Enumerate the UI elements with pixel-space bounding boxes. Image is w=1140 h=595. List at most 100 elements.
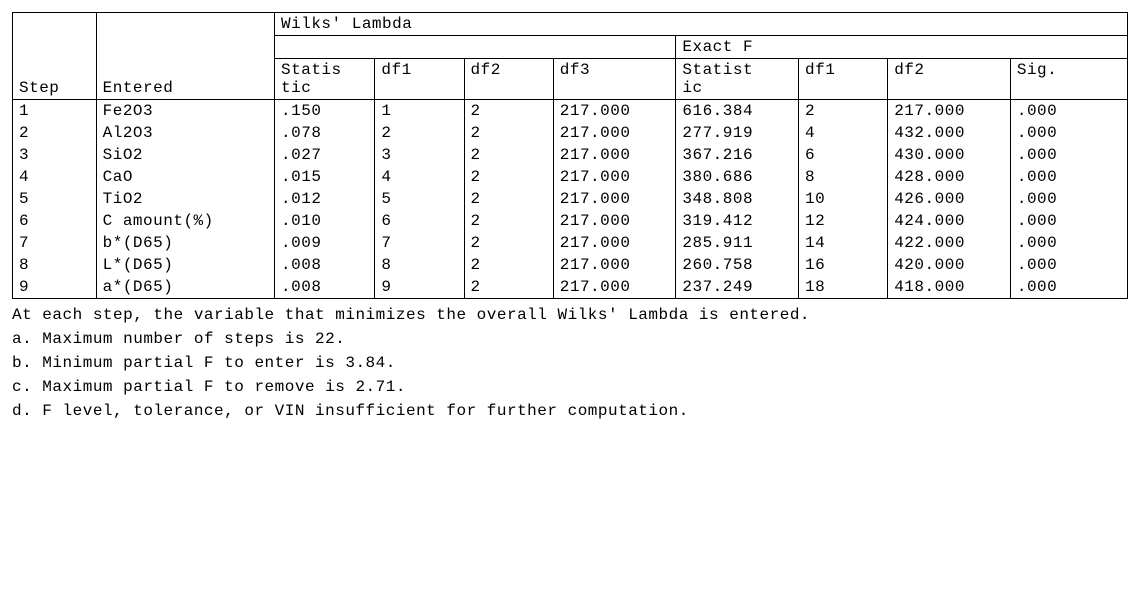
cell: 7 (375, 232, 464, 254)
cell: 277.919 (676, 122, 799, 144)
cell: .027 (275, 144, 375, 166)
col-entered: Entered (96, 13, 274, 100)
header-row-1: Step Entered Wilks' Lambda (13, 13, 1128, 36)
table-body: 1Fe2O3.15012217.000616.3842217.000.0002A… (13, 100, 1128, 299)
col-exactf: Exact F (676, 36, 1128, 59)
cell: .000 (1010, 210, 1127, 232)
cell: L*(D65) (96, 254, 274, 276)
cell: 5 (13, 188, 97, 210)
cell: 4 (13, 166, 97, 188)
cell: 422.000 (888, 232, 1011, 254)
table-row: 5TiO2.01252217.000348.80810426.000.000 (13, 188, 1128, 210)
wilks-table: Step Entered Wilks' Lambda Exact F Stati… (12, 12, 1128, 299)
cell: 8 (375, 254, 464, 276)
cell: CaO (96, 166, 274, 188)
cell: 8 (13, 254, 97, 276)
note-d: d. F level, tolerance, or VIN insufficie… (12, 399, 1128, 423)
cell: .000 (1010, 166, 1127, 188)
cell: 319.412 (676, 210, 799, 232)
cell: 217.000 (553, 166, 676, 188)
cell: .012 (275, 188, 375, 210)
cell: 9 (375, 276, 464, 299)
col-fdf2: df2 (888, 59, 1011, 100)
cell: Al2O3 (96, 122, 274, 144)
cell: 7 (13, 232, 97, 254)
cell: 237.249 (676, 276, 799, 299)
cell: C amount(%) (96, 210, 274, 232)
cell: .009 (275, 232, 375, 254)
cell: .015 (275, 166, 375, 188)
cell: 2 (464, 210, 553, 232)
cell: 3 (13, 144, 97, 166)
cell: 2 (375, 122, 464, 144)
cell: 2 (799, 100, 888, 123)
cell: 5 (375, 188, 464, 210)
cell: 2 (464, 122, 553, 144)
table-row: 6C amount(%).01062217.000319.41212424.00… (13, 210, 1128, 232)
cell: a*(D65) (96, 276, 274, 299)
cell: 2 (464, 100, 553, 123)
cell: 2 (464, 232, 553, 254)
table-row: 1Fe2O3.15012217.000616.3842217.000.000 (13, 100, 1128, 123)
cell: 8 (799, 166, 888, 188)
cell: 4 (799, 122, 888, 144)
table-row: 2Al2O3.07822217.000277.9194432.000.000 (13, 122, 1128, 144)
col-fdf1: df1 (799, 59, 888, 100)
cell: 217.000 (553, 122, 676, 144)
cell: 12 (799, 210, 888, 232)
cell: 217.000 (553, 276, 676, 299)
col-df1: df1 (375, 59, 464, 100)
cell: 428.000 (888, 166, 1011, 188)
cell: b*(D65) (96, 232, 274, 254)
cell: 2 (464, 144, 553, 166)
cell: 418.000 (888, 276, 1011, 299)
cell: 217.000 (553, 188, 676, 210)
cell: 420.000 (888, 254, 1011, 276)
cell: 2 (464, 166, 553, 188)
cell: 10 (799, 188, 888, 210)
cell: .000 (1010, 276, 1127, 299)
cell: 2 (464, 254, 553, 276)
cell: 616.384 (676, 100, 799, 123)
table-row: 8L*(D65).00882217.000260.75816420.000.00… (13, 254, 1128, 276)
note-intro: At each step, the variable that minimize… (12, 303, 1128, 327)
cell: 14 (799, 232, 888, 254)
col-wilks-sub (275, 36, 676, 59)
cell: .000 (1010, 144, 1127, 166)
cell: .010 (275, 210, 375, 232)
cell: 6 (375, 210, 464, 232)
cell: .000 (1010, 232, 1127, 254)
cell: .000 (1010, 122, 1127, 144)
table-row: 3SiO2.02732217.000367.2166430.000.000 (13, 144, 1128, 166)
cell: 9 (13, 276, 97, 299)
cell: 2 (464, 276, 553, 299)
cell: TiO2 (96, 188, 274, 210)
cell: 1 (13, 100, 97, 123)
note-c: c. Maximum partial F to remove is 2.71. (12, 375, 1128, 399)
cell: 217.000 (553, 232, 676, 254)
cell: 3 (375, 144, 464, 166)
cell: 217.000 (553, 144, 676, 166)
cell: 432.000 (888, 122, 1011, 144)
note-a: a. Maximum number of steps is 22. (12, 327, 1128, 351)
cell: 217.000 (553, 210, 676, 232)
cell: 217.000 (553, 100, 676, 123)
col-fstatistic: Statistic (676, 59, 799, 100)
cell: .150 (275, 100, 375, 123)
cell: .000 (1010, 254, 1127, 276)
cell: 6 (13, 210, 97, 232)
cell: 426.000 (888, 188, 1011, 210)
col-step: Step (13, 13, 97, 100)
col-sig: Sig. (1010, 59, 1127, 100)
col-df2: df2 (464, 59, 553, 100)
cell: SiO2 (96, 144, 274, 166)
cell: 367.216 (676, 144, 799, 166)
table-row: 9a*(D65).00892217.000237.24918418.000.00… (13, 276, 1128, 299)
cell: Fe2O3 (96, 100, 274, 123)
cell: 1 (375, 100, 464, 123)
col-df3: df3 (553, 59, 676, 100)
table-row: 7b*(D65).00972217.000285.91114422.000.00… (13, 232, 1128, 254)
note-b: b. Minimum partial F to enter is 3.84. (12, 351, 1128, 375)
table-row: 4CaO.01542217.000380.6868428.000.000 (13, 166, 1128, 188)
cell: 18 (799, 276, 888, 299)
